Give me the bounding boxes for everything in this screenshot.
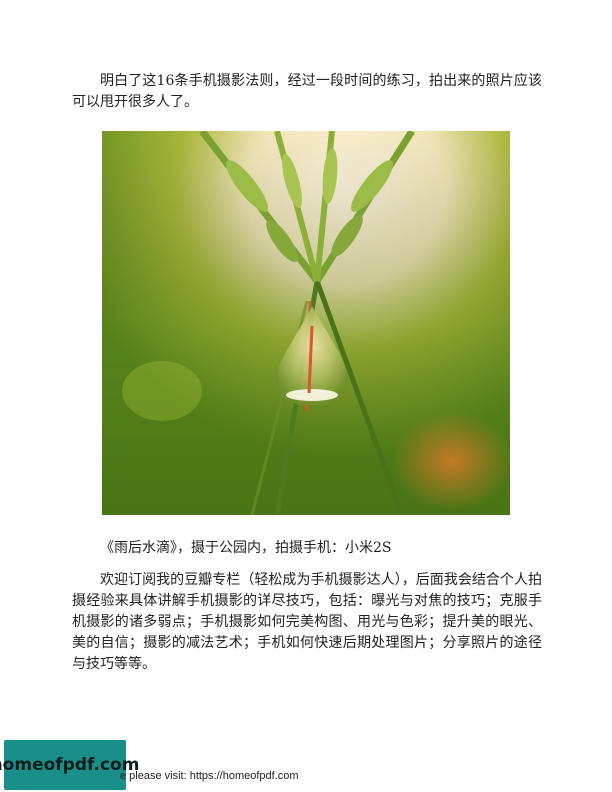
logo-text: homeofpdf.com	[0, 755, 140, 775]
intro-paragraph: 明白了这16条手机摄影法则，经过一段时间的练习，拍出来的照片应该可以甩开很多人了…	[72, 73, 542, 110]
promo-paragraph: 欢迎订阅我的豆瓣专栏（轻松成为手机摄影达人），后面我会结合个人拍摄经验来具体讲解…	[72, 572, 542, 672]
photo-caption: 《雨后水滴》，摄于公园内，拍摄手机：小米2S	[100, 540, 392, 556]
raindrop-photo	[102, 131, 510, 515]
homeofpdf-logo[interactable]: homeofpdf.com	[0, 740, 139, 790]
footer-url-text[interactable]: e please visit: https://homeofpdf.com	[120, 770, 299, 782]
